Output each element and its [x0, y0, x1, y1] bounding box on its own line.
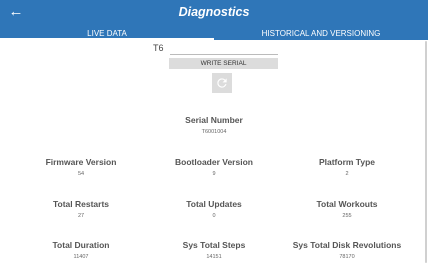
metric-label: Serial Number — [185, 115, 243, 125]
active-tab-indicator — [0, 38, 214, 40]
metric-total-duration: Total Duration 11407 — [16, 240, 146, 260]
metric-sys-total-disk-revolutions: Sys Total Disk Revolutions 78170 — [282, 240, 412, 260]
page-title: Diagnostics — [178, 5, 250, 19]
serial-entry-row: T6 — [0, 42, 428, 56]
app-bar: ← Diagnostics LIVE DATA HISTORICAL AND V… — [0, 0, 428, 40]
metric-label: Firmware Version — [45, 157, 117, 167]
refresh-button[interactable] — [212, 73, 232, 93]
metric-label: Total Updates — [186, 199, 242, 209]
metric-platform-type: Platform Type 2 — [282, 157, 412, 177]
metric-value: 27 — [77, 213, 85, 219]
metric-value: T6001004 — [201, 129, 227, 135]
metric-label: Total Restarts — [52, 199, 110, 209]
write-serial-button[interactable]: WRITE SERIAL — [169, 58, 278, 69]
metric-value: 0 — [212, 213, 216, 219]
metric-value: 2 — [345, 171, 349, 177]
metric-total-restarts: Total Restarts 27 — [16, 199, 146, 219]
metric-value: 255 — [342, 213, 352, 219]
metric-total-workouts: Total Workouts 255 — [282, 199, 412, 219]
metric-label: Total Duration — [52, 240, 110, 250]
refresh-icon — [217, 78, 227, 88]
tab-historical-and-versioning[interactable]: HISTORICAL AND VERSIONING — [214, 28, 428, 40]
metric-bootloader-version: Bootloader Version 9 — [149, 157, 279, 177]
serial-prefix-label: T6 — [153, 43, 164, 53]
metric-value: 78170 — [339, 254, 355, 260]
metric-serial-number: Serial Number T6001004 — [149, 115, 279, 135]
metric-value: 54 — [77, 171, 85, 177]
metric-label: Bootloader Version — [175, 157, 253, 167]
metric-firmware-version: Firmware Version 54 — [16, 157, 146, 177]
metric-label: Platform Type — [318, 157, 376, 167]
metric-total-updates: Total Updates 0 — [149, 199, 279, 219]
serial-input[interactable] — [170, 42, 278, 55]
metric-value: 9 — [212, 171, 216, 177]
metric-label: Total Workouts — [316, 199, 378, 209]
metric-label: Sys Total Steps — [182, 240, 246, 250]
metric-label: Sys Total Disk Revolutions — [292, 240, 402, 250]
scrollbar[interactable] — [425, 41, 427, 263]
metric-value: 14151 — [206, 254, 222, 260]
metric-value: 11407 — [73, 254, 89, 260]
metric-sys-total-steps: Sys Total Steps 14151 — [149, 240, 279, 260]
